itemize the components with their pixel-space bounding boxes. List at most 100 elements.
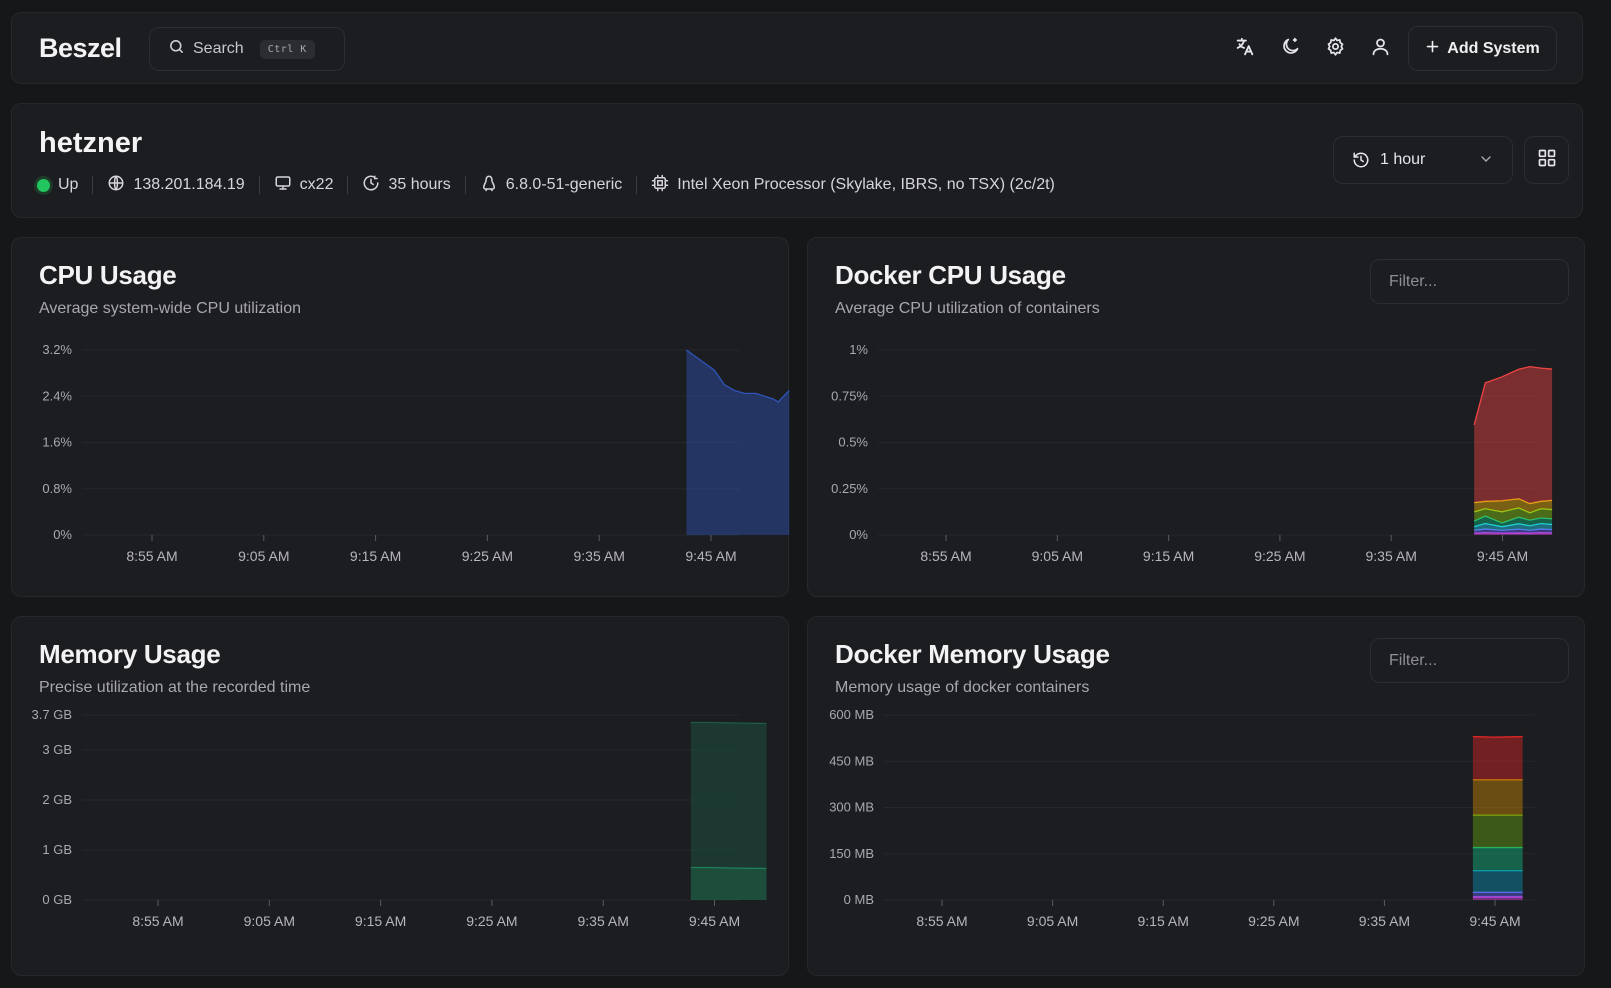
x-tick-label: 9:35 AM: [574, 548, 625, 564]
globe-icon: [107, 174, 125, 197]
y-tick-label: 0.75%: [831, 388, 868, 403]
time-range-select[interactable]: 1 hour: [1333, 136, 1513, 184]
language-button[interactable]: [1229, 33, 1261, 65]
x-tick-label: 9:25 AM: [1248, 913, 1299, 929]
system-name: hetzner: [39, 127, 143, 159]
docker-cpu-usage-chart[interactable]: 0% 0.25% 0.5% 0.75% 1% 8:55 AM 9:05 AM 9:15 AM 9…: [808, 238, 1586, 598]
status-dot-icon: [37, 178, 50, 192]
y-tick-label: 150 MB: [829, 846, 874, 861]
y-tick-label: 1 GB: [42, 842, 72, 857]
clock-arrow-icon: [362, 174, 380, 197]
series-line: [1472, 735, 1523, 738]
docker-cpu-usage-card: Docker CPU Usage Average CPU utilization…: [807, 237, 1585, 597]
x-tick-label: 8:55 AM: [920, 548, 971, 564]
y-tick-label: 300 MB: [829, 800, 874, 815]
x-tick-label: 9:35 AM: [1366, 548, 1417, 564]
x-tick-label: 9:05 AM: [238, 548, 289, 564]
series-area: [1474, 366, 1553, 504]
memory-usage-chart[interactable]: 0 GB 1 GB 2 GB 3 GB 3.7 GB 8:55 AM 9:05 AM 9:15…: [12, 617, 790, 977]
cpu-usage-chart[interactable]: 0% 0.8% 1.6% 2.4% 3.2% 8:55 AM 9:05 AM 9:15 AM 9…: [12, 238, 790, 598]
layout-toggle-button[interactable]: [1524, 136, 1569, 184]
x-tick-label: 9:05 AM: [244, 913, 295, 929]
x-tick-label: 8:55 AM: [916, 913, 967, 929]
y-tick-label: 0%: [849, 527, 868, 542]
ip-address[interactable]: 138.201.184.19: [107, 174, 245, 197]
translate-icon: [1234, 36, 1256, 63]
x-tick-label: 9:45 AM: [1477, 548, 1528, 564]
top-navbar: Beszel Search Ctrl K Add System: [11, 12, 1583, 84]
system-meta-row: Up 138.201.184.19 cx22 35 hours 6.8.0-51…: [37, 172, 1055, 198]
hostname-text: cx22: [299, 176, 334, 193]
status-indicator: Up: [37, 176, 78, 194]
time-range-value: 1 hour: [1380, 151, 1426, 168]
x-tick-label: 9:05 AM: [1027, 913, 1078, 929]
series-area: [1472, 815, 1523, 848]
status-text: Up: [58, 176, 79, 193]
gear-icon: [1325, 36, 1346, 62]
x-tick-label: 9:15 AM: [1143, 548, 1194, 564]
theme-toggle-button[interactable]: [1274, 33, 1306, 65]
user-menu-button[interactable]: [1364, 33, 1396, 65]
kernel: 6.8.0-51-generic: [480, 174, 623, 197]
x-tick-label: 9:05 AM: [1032, 548, 1083, 564]
search-label: Search: [193, 40, 244, 57]
x-tick-label: 9:15 AM: [355, 913, 406, 929]
cpu-text: Intel Xeon Processor (Skylake, IBRS, no …: [677, 176, 1055, 193]
x-tick-label: 8:55 AM: [126, 548, 177, 564]
search-button[interactable]: Search Ctrl K: [149, 27, 345, 71]
y-tick-label: 600 MB: [829, 707, 874, 722]
series-area: [1472, 736, 1523, 780]
y-tick-label: 3 GB: [42, 742, 72, 757]
grid-icon: [1537, 148, 1557, 173]
uptime-text: 35 hours: [388, 176, 451, 193]
y-tick-label: 1.6%: [42, 435, 72, 450]
uptime: 35 hours: [362, 174, 451, 197]
x-tick-label: 9:15 AM: [1138, 913, 1189, 929]
memory-usage-card: Memory Usage Precise utilization at the …: [11, 616, 789, 976]
y-tick-label: 0 GB: [42, 892, 72, 907]
divider: [258, 176, 260, 194]
y-tick-label: 3.7 GB: [32, 707, 72, 722]
x-tick-label: 9:25 AM: [1254, 548, 1305, 564]
x-tick-label: 9:45 AM: [689, 913, 740, 929]
series-area: [1472, 892, 1523, 897]
y-tick-label: 1%: [849, 342, 868, 357]
series-area: [690, 867, 767, 900]
y-tick-label: 450 MB: [829, 753, 874, 768]
settings-button[interactable]: [1319, 33, 1351, 65]
moon-icon: [1280, 36, 1301, 62]
monitor-icon: [274, 174, 292, 197]
x-tick-label: 9:35 AM: [1359, 913, 1410, 929]
history-icon: [1352, 151, 1370, 169]
x-tick-label: 9:35 AM: [578, 913, 629, 929]
beszel-logo[interactable]: Beszel: [39, 33, 122, 64]
divider: [347, 176, 349, 194]
y-tick-label: 0%: [53, 527, 72, 542]
series-area: [1472, 847, 1523, 871]
x-tick-label: 8:55 AM: [132, 913, 183, 929]
y-tick-label: 3.2%: [42, 342, 72, 357]
search-shortcut: Ctrl K: [259, 39, 315, 59]
divider: [92, 176, 94, 194]
x-tick-label: 9:45 AM: [1469, 913, 1520, 929]
divider: [464, 176, 466, 194]
kernel-text: 6.8.0-51-generic: [505, 176, 623, 193]
x-tick-label: 9:25 AM: [462, 548, 513, 564]
search-icon: [168, 38, 185, 60]
add-system-label: Add System: [1447, 39, 1540, 57]
hostname: cx22: [274, 174, 334, 197]
y-tick-label: 2.4%: [42, 388, 72, 403]
x-tick-label: 9:45 AM: [685, 548, 736, 564]
add-system-button[interactable]: Add System: [1408, 26, 1557, 71]
y-tick-label: 2 GB: [42, 792, 72, 807]
divider: [636, 176, 638, 194]
y-tick-label: 0.8%: [42, 481, 72, 496]
docker-memory-usage-card: Docker Memory Usage Memory usage of dock…: [807, 616, 1585, 976]
chevron-down-icon: [1478, 151, 1494, 172]
plus-icon: [1425, 39, 1440, 59]
docker-memory-usage-chart[interactable]: 0 MB 150 MB 300 MB 450 MB 600 MB 8:55 AM 9:05 …: [808, 617, 1586, 977]
cpu-model: Intel Xeon Processor (Skylake, IBRS, no …: [651, 174, 1055, 197]
series-area: [1472, 870, 1523, 893]
series-area: [690, 722, 767, 869]
y-tick-label: 0.5%: [838, 435, 868, 450]
